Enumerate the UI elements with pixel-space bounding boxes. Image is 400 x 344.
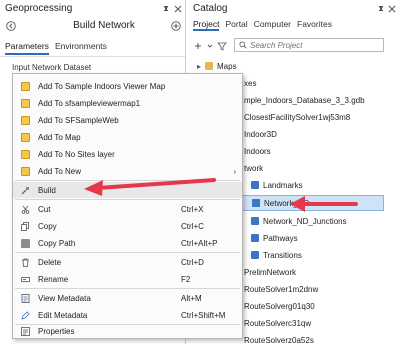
menu-item-add-to-new[interactable]: Add To New › — [13, 163, 242, 179]
menu-item-build[interactable]: Build — [13, 182, 242, 198]
tree-item-label: Network_ND — [264, 198, 310, 208]
tree-item-label: mple_Indoors_Database_3_3.gdb — [244, 95, 365, 105]
copy-icon — [21, 221, 30, 231]
feature-class-icon — [251, 181, 259, 189]
filter-icon[interactable] — [217, 41, 227, 51]
tree-item-label: twork — [244, 163, 264, 173]
back-icon[interactable] — [5, 20, 17, 32]
tree-item-maps[interactable]: ▸ Maps — [187, 58, 400, 74]
tree-item-network-nd[interactable]: Network_ND — [236, 195, 384, 211]
folder-icon — [205, 62, 213, 70]
menu-item-cut[interactable]: Cut Ctrl+X — [13, 201, 242, 217]
copy-path-icon — [21, 238, 30, 248]
feature-class-icon — [251, 217, 259, 225]
edit-metadata-icon — [21, 310, 30, 320]
tab-divider — [0, 56, 185, 57]
tree-item-label: Pathways — [263, 233, 298, 243]
tab-parameters[interactable]: Parameters — [5, 41, 49, 55]
menu-separator — [15, 252, 240, 253]
tab-favorites[interactable]: Favorites — [297, 19, 332, 31]
menu-item-properties[interactable]: Properties — [13, 323, 242, 339]
chevron-right-icon: › — [233, 166, 236, 176]
feature-class-icon — [251, 234, 259, 242]
tab-project[interactable]: Project — [193, 19, 220, 31]
tree-item-label: RouteSolverz0a52s — [244, 335, 314, 344]
tree-item-label: ClosestFacilitySolver1wj53m8 — [244, 112, 351, 122]
menu-item-add-to-map[interactable]: Add To Map — [13, 129, 242, 145]
tree-item-label: Maps — [217, 61, 237, 71]
feature-class-icon — [251, 251, 259, 259]
menu-item-view-metadata[interactable]: View Metadata Alt+M — [13, 290, 242, 306]
view-metadata-icon — [21, 293, 30, 303]
layer-add-icon — [21, 81, 30, 91]
menu-item-add-to-sfsampleweb[interactable]: Add To SFSampleWeb — [13, 112, 242, 128]
layer-add-icon — [21, 149, 30, 159]
pin-icon[interactable] — [160, 3, 172, 15]
tab-computer[interactable]: Computer — [254, 19, 291, 31]
close-icon[interactable] — [172, 3, 184, 15]
tab-portal[interactable]: Portal — [225, 19, 247, 31]
dropdown-arrow-icon[interactable] — [207, 41, 213, 51]
tree-item-label: RouteSolverg01q30 — [244, 301, 315, 311]
geoprocessing-tabs: Parameters Environments — [5, 41, 107, 55]
tree-item-label: Landmarks — [263, 180, 303, 190]
new-item-icon[interactable] — [193, 41, 203, 51]
pane-title: Catalog — [193, 3, 228, 14]
expand-arrow-icon[interactable]: ▸ — [197, 62, 205, 71]
menu-item-copy[interactable]: Copy Ctrl+C — [13, 218, 242, 234]
tree-item-label: Transitions — [263, 250, 302, 260]
tree-item-label: xes — [244, 78, 257, 88]
tree-item-label: Indoors — [244, 146, 271, 156]
tab-environments[interactable]: Environments — [55, 41, 107, 55]
menu-item-add-to-sample-indoors-viewer-map[interactable]: Add To Sample Indoors Viewer Map — [13, 78, 242, 94]
layer-add-icon — [21, 132, 30, 142]
tree-item-label: RouteSolver1m2dnw — [244, 284, 319, 294]
tool-title: Build Network — [73, 20, 135, 31]
pane-title: Geoprocessing — [5, 3, 73, 14]
tree-item-label: Indoor3D — [244, 129, 277, 139]
menu-item-copy-path[interactable]: Copy Path Ctrl+Alt+P — [13, 235, 242, 251]
catalog-toolbar — [193, 38, 227, 54]
search-icon — [239, 41, 247, 49]
delete-icon — [21, 258, 30, 267]
tree-item-label: PrelimNetwork — [244, 267, 297, 277]
layer-add-icon — [21, 98, 30, 108]
input-network-dataset-label: Input Network Dataset — [12, 63, 92, 72]
catalog-tabs: Project Portal Computer Favorites — [193, 19, 332, 31]
menu-separator — [15, 199, 240, 200]
properties-icon — [21, 326, 30, 336]
add-icon[interactable] — [170, 20, 182, 32]
menu-separator — [15, 180, 240, 181]
context-menu: Add To Sample Indoors Viewer Map Add To … — [12, 73, 243, 339]
tree-item-label: Network_ND_Junctions — [263, 216, 347, 226]
build-icon — [21, 186, 30, 195]
network-dataset-icon — [252, 199, 260, 207]
cut-icon — [21, 205, 30, 214]
layer-add-icon — [21, 115, 30, 125]
search-field[interactable] — [234, 38, 384, 52]
menu-item-edit-metadata[interactable]: Edit Metadata Ctrl+Shift+M — [13, 307, 242, 323]
geoprocessing-title-bar: Geoprocessing — [0, 0, 185, 16]
menu-item-add-to-no-sites-layer[interactable]: Add To No Sites layer — [13, 146, 242, 162]
menu-item-add-to-sfsampleviewermap1[interactable]: Add To sfsampleviewermap1 — [13, 95, 242, 111]
menu-separator — [15, 288, 240, 289]
menu-item-rename[interactable]: Rename F2 — [13, 271, 242, 287]
close-icon[interactable] — [386, 3, 398, 15]
menu-item-delete[interactable]: Delete Ctrl+D — [13, 254, 242, 270]
search-input[interactable] — [250, 40, 380, 50]
layer-add-icon — [21, 166, 30, 176]
rename-icon — [21, 275, 30, 284]
tree-item-label: RouteSolverc31qw — [244, 318, 312, 328]
